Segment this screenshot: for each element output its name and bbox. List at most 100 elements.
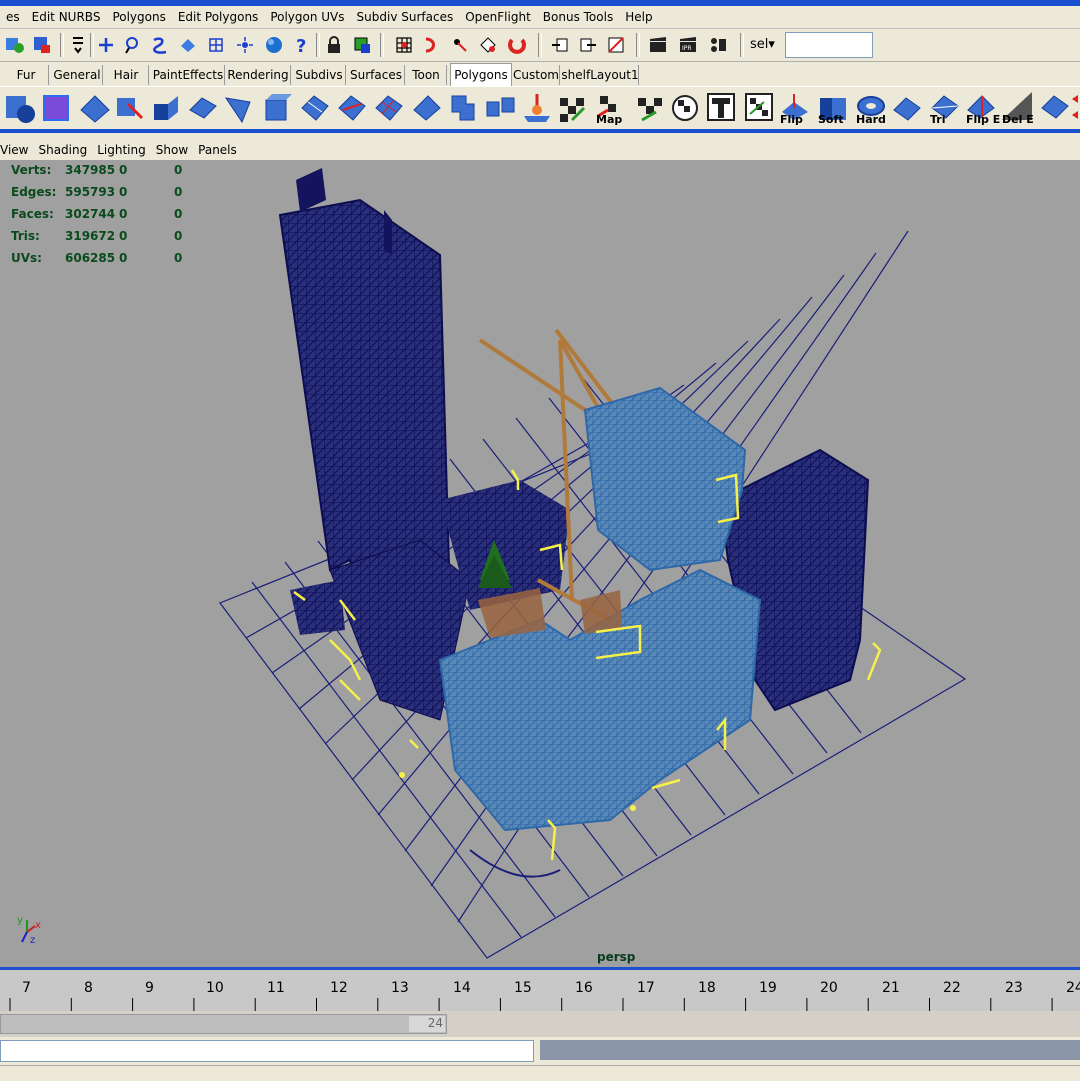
- render-globals-icon[interactable]: [706, 33, 730, 59]
- snap-grid-icon[interactable]: [392, 33, 416, 59]
- hud-uvs-selected: 0: [119, 251, 128, 265]
- cut-faces-icon[interactable]: [335, 90, 369, 126]
- help-icon[interactable]: ?: [290, 33, 314, 59]
- sel-text: sel: [750, 37, 769, 52]
- menu-item[interactable]: Edit Polygons: [172, 10, 264, 24]
- snap-plane-icon[interactable]: [476, 33, 500, 59]
- tab-rendering[interactable]: Rendering: [226, 65, 291, 85]
- subdivide-icon[interactable]: [372, 90, 406, 126]
- soften-edge-icon[interactable]: Soft: [816, 90, 850, 126]
- tab-polygons[interactable]: Polygons: [450, 63, 512, 86]
- poly-sphere-icon[interactable]: [4, 90, 38, 126]
- hud-tris-total: 319672: [65, 229, 116, 243]
- tab-label: PaintEffects: [152, 68, 224, 82]
- grid-snap-icon[interactable]: [204, 33, 228, 59]
- tick-label: 16: [575, 980, 593, 996]
- panel-menu-show[interactable]: Show: [151, 143, 193, 157]
- panel-menu-shading[interactable]: Shading: [33, 143, 92, 157]
- panel-menu-lighting[interactable]: Lighting: [92, 143, 151, 157]
- cylindrical-map-icon[interactable]: [668, 90, 702, 126]
- tab-custom[interactable]: Custom: [513, 65, 560, 85]
- tab-hair[interactable]: Hair: [104, 65, 149, 85]
- lock-icon[interactable]: [322, 33, 346, 59]
- tab-subdivs[interactable]: Subdivs: [293, 65, 346, 85]
- menu-item[interactable]: OpenFlight: [459, 10, 537, 24]
- poly-plane-icon[interactable]: [78, 90, 112, 126]
- select-object-icon[interactable]: [30, 33, 54, 59]
- menu-item[interactable]: Edit NURBS: [26, 10, 107, 24]
- sel-label[interactable]: sel▾: [750, 37, 775, 52]
- poly-select-icon[interactable]: [114, 90, 148, 126]
- sphere-icon[interactable]: [262, 33, 286, 59]
- curve-snap-icon[interactable]: [148, 33, 172, 59]
- time-slider[interactable]: 7 8 9 10 11 12 13 14 15 16 17 18 19 20 2…: [0, 967, 1080, 1014]
- checker-map-icon[interactable]: [556, 90, 590, 126]
- poly-merge-icon[interactable]: [1038, 90, 1072, 126]
- ipr-render-icon[interactable]: IPR: [676, 33, 700, 59]
- smooth-proxy-icon[interactable]: [520, 90, 554, 126]
- help-line: [0, 1065, 1080, 1081]
- sparkle-icon[interactable]: [233, 33, 257, 59]
- plus-icon[interactable]: [94, 33, 118, 59]
- tab-label: Toon: [412, 68, 440, 82]
- perspective-viewport[interactable]: Verts: 347985 0 0 Edges: 595793 0 0 Face…: [0, 160, 1080, 967]
- range-slider-track[interactable]: 24: [0, 1014, 447, 1034]
- flip-edge-icon[interactable]: Flip E: [964, 90, 1000, 126]
- merge-vertices-icon[interactable]: [410, 90, 444, 126]
- menu-item[interactable]: Polygons: [106, 10, 171, 24]
- extrude-face-icon[interactable]: [150, 90, 184, 126]
- tab-painteffects[interactable]: PaintEffects: [152, 65, 225, 85]
- panel-menu-view[interactable]: View: [0, 143, 33, 157]
- snap-curve-icon[interactable]: [420, 33, 444, 59]
- menu-item[interactable]: Help: [619, 10, 658, 24]
- menu-item[interactable]: es: [0, 10, 26, 24]
- sel-input-field[interactable]: [785, 32, 873, 58]
- select-hierarchy-icon[interactable]: [3, 33, 27, 59]
- harden-edge-icon[interactable]: Hard: [854, 90, 888, 126]
- surface-snap-icon[interactable]: [176, 33, 200, 59]
- split-poly-icon[interactable]: [298, 90, 332, 126]
- hud-verts-total: 347985: [65, 163, 116, 177]
- magnet-icon[interactable]: [505, 33, 529, 59]
- command-input[interactable]: [0, 1040, 534, 1062]
- delete-edge-icon[interactable]: Del E: [1000, 90, 1034, 126]
- menu-item[interactable]: Bonus Tools: [537, 10, 619, 24]
- bevel-icon[interactable]: [260, 90, 294, 126]
- menu-item[interactable]: Subdiv Surfaces: [351, 10, 460, 24]
- map-tool-icon[interactable]: Map: [594, 90, 628, 126]
- range-end-field[interactable]: 24: [409, 1016, 445, 1032]
- collapse-icon[interactable]: [446, 90, 480, 126]
- quadrangulate-icon[interactable]: Tri: [928, 90, 962, 126]
- yellow-marker: [399, 772, 405, 778]
- input-ops-icon[interactable]: [548, 33, 572, 59]
- tab-shelflayout1[interactable]: shelfLayout1: [561, 65, 639, 85]
- tab-surfaces[interactable]: Surfaces: [348, 65, 405, 85]
- menu-item[interactable]: Polygon UVs: [264, 10, 350, 24]
- tick-label: 18: [698, 980, 716, 996]
- highlight-select-icon[interactable]: [350, 33, 374, 59]
- separator: [636, 33, 640, 57]
- tab-fur[interactable]: Fur: [4, 65, 49, 85]
- tri-label: Tri: [930, 113, 946, 126]
- planar-map-icon[interactable]: [632, 90, 666, 126]
- flip-normals-icon[interactable]: Flip: [778, 90, 812, 126]
- output-ops-icon[interactable]: [576, 33, 600, 59]
- tab-toon[interactable]: Toon: [406, 65, 447, 85]
- snap-point-icon[interactable]: [448, 33, 472, 59]
- poly-cube-icon[interactable]: [40, 90, 74, 126]
- triangulate-icon[interactable]: [890, 90, 924, 126]
- auto-map-icon[interactable]: [742, 90, 776, 126]
- wedge-face-icon[interactable]: [222, 90, 256, 126]
- lasso-icon[interactable]: [120, 33, 144, 59]
- construction-history-icon[interactable]: [604, 33, 628, 59]
- render-clapper-icon[interactable]: [646, 33, 670, 59]
- extrude-edge-icon[interactable]: [186, 90, 220, 126]
- spherical-map-icon[interactable]: [704, 90, 738, 126]
- shelf-scroll-arrow[interactable]: [1072, 93, 1080, 123]
- separate-icon[interactable]: [484, 90, 518, 126]
- snap-toggle-icon[interactable]: [66, 33, 90, 59]
- panel-menu-panels[interactable]: Panels: [193, 143, 242, 157]
- hud-verts-label: Verts:: [11, 163, 52, 177]
- tick-label: 9: [145, 980, 154, 996]
- tab-general[interactable]: General: [52, 65, 103, 85]
